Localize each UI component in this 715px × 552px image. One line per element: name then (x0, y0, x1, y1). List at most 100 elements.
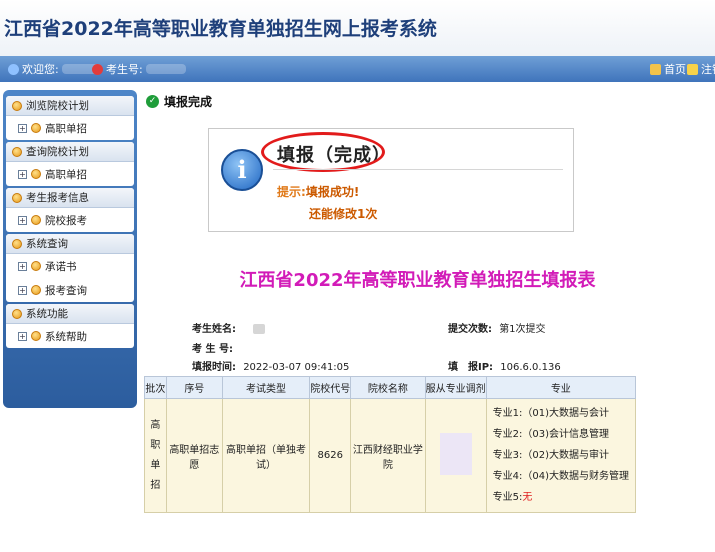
page-heading-text: 填报完成 (164, 95, 213, 109)
sidebar-item-label: 高职单招 (45, 122, 87, 135)
sidebar: 浏览院校计划 + 高职单招 查询院校计划 + 高职单招 考生报考信息 + 院校报考 系… (3, 90, 137, 408)
coin-icon (31, 215, 41, 225)
home-label: 首页 (664, 63, 686, 76)
sidebar-group-title: 浏览院校计划 (26, 100, 89, 112)
message-hint: 提示:填报成功! (277, 183, 359, 200)
time-value: 2022-03-07 09:41:05 (243, 362, 350, 373)
sidebar-item-label: 系统帮助 (45, 330, 87, 343)
expand-icon[interactable]: + (18, 169, 27, 179)
submit-count-label: 提交次数: (448, 324, 492, 335)
title-bar: 江西省2022年高等职业教育单独招生网上报考系统 (0, 0, 715, 56)
coin-icon (31, 123, 41, 133)
adjust-cell (424, 398, 487, 513)
column-header: 批次 (144, 376, 167, 399)
sidebar-item-system-help[interactable]: + 系统帮助 (6, 324, 134, 348)
top-nav-bar: 欢迎您: 考生号: 首页 注销 (0, 56, 715, 82)
sidebar-item-label: 院校报考 (45, 214, 87, 227)
sidebar-group-title: 查询院校计划 (26, 146, 89, 158)
column-header: 专业 (485, 376, 637, 399)
divider (273, 169, 563, 170)
coin-icon (12, 146, 22, 157)
page-heading: ✓ 填报完成 (146, 93, 212, 110)
column-header: 院校代号 (309, 376, 352, 399)
sidebar-group-query-plan: 查询院校计划 + 高职单招 (6, 142, 134, 186)
sidebar-group-browse-plan: 浏览院校计划 + 高职单招 (6, 96, 134, 140)
ip-label: 填 报IP: (448, 362, 494, 373)
column-header: 序号 (165, 376, 223, 399)
name-label: 考生姓名: (192, 324, 236, 335)
major-item: 专业2:（03)会计信息管理 (492, 429, 609, 440)
result-message-box: i 填报（完成） 提示:填报成功! 还能修改1次 (208, 128, 574, 232)
sidebar-item-browse-gaozhi[interactable]: + 高职单招 (6, 116, 134, 140)
sidebar-item-school-application[interactable]: + 院校报考 (6, 208, 134, 232)
coin-icon (12, 100, 22, 111)
exam-number-label: 考生号: (106, 63, 143, 76)
batch-value: 高职单招 (150, 419, 161, 491)
sidebar-group-title: 考生报考信息 (26, 192, 89, 204)
sidebar-group-header[interactable]: 考生报考信息 (6, 188, 134, 208)
logout-label: 注销 (701, 63, 715, 76)
submit-count-value: 第1次提交 (499, 324, 546, 335)
sidebar-group-system-functions: 系统功能 + 系统帮助 (6, 304, 134, 348)
sidebar-group-header[interactable]: 系统查询 (6, 234, 134, 254)
major-item: 专业1:（01)大数据与会计 (492, 408, 609, 419)
coin-icon (12, 308, 22, 319)
sidebar-item-query-gaozhi[interactable]: + 高职单招 (6, 162, 134, 186)
submit-count-row: 提交次数: 第1次提交 (448, 320, 546, 335)
user-icon (8, 63, 19, 75)
message-hint-remaining: 还能修改1次 (309, 207, 378, 221)
column-header: 服从专业调剂 (424, 376, 487, 399)
application-table: 批次 序号 考试类型 院校代号 院校名称 服从专业调剂 专业 高职单招 高职单招… (144, 376, 637, 513)
sidebar-group-title: 系统功能 (26, 308, 68, 320)
candidate-exam-no-row: 考 生 号: (192, 340, 233, 355)
sidebar-group-application-info: 考生报考信息 + 院校报考 (6, 188, 134, 232)
coin-icon (12, 192, 22, 203)
seq-cell: 高职单招志愿 (165, 398, 223, 513)
column-header: 考试类型 (221, 376, 311, 399)
candidate-name-row: 考生姓名: (192, 320, 266, 335)
coin-icon (31, 169, 41, 179)
coin-icon (12, 238, 22, 249)
hint-label: 提示: (277, 185, 306, 199)
expand-icon[interactable]: + (18, 123, 27, 133)
adjust-value-blank (439, 433, 472, 475)
check-icon: ✓ (146, 95, 159, 108)
expand-icon[interactable]: + (18, 331, 27, 341)
school-name-cell: 江西财经职业学院 (350, 398, 426, 513)
highlight-circle (261, 132, 385, 172)
logout-icon (687, 63, 698, 75)
major-item: 专业5:无 (493, 487, 629, 508)
major-item: 专业4:（04)大数据与财务管理 (492, 471, 629, 482)
sidebar-item-label: 高职单招 (45, 168, 87, 181)
info-icon: i (221, 149, 263, 191)
submit-time-row: 填报时间: 2022-03-07 09:41:05 (192, 358, 349, 373)
sidebar-group-title: 系统查询 (26, 238, 68, 250)
school-code-cell: 8626 (309, 398, 352, 513)
majors-cell: 专业1:（01)大数据与会计 专业2:（03)会计信息管理 专业3:（02)大数… (485, 398, 637, 513)
sidebar-group-header[interactable]: 系统功能 (6, 304, 134, 324)
expand-icon[interactable]: + (18, 215, 27, 225)
name-value-redacted (253, 324, 266, 334)
exam-no-label: 考 生 号: (192, 344, 233, 355)
logout-link[interactable]: 注销 (687, 61, 715, 77)
system-title: 江西省2022年高等职业教育单独招生网上报考系统 (4, 18, 437, 40)
major5-label: 专业5: (492, 492, 523, 503)
sidebar-group-header[interactable]: 浏览院校计划 (6, 96, 134, 116)
submit-ip-row: 填 报IP: 106.6.0.136 (448, 358, 561, 373)
id-icon (92, 63, 103, 75)
home-icon (650, 63, 661, 75)
major-item: 专业3:（02)大数据与审计 (492, 450, 609, 461)
exam-type-cell: 高职单招（单独考试） (221, 398, 311, 513)
batch-cell: 高职单招 (144, 398, 167, 513)
home-link[interactable]: 首页 (650, 61, 686, 77)
form-title: 江西省2022年高等职业教育单独招生填报表 (239, 270, 596, 291)
welcome-label: 欢迎您: (22, 63, 59, 76)
coin-icon (31, 331, 41, 341)
ip-value: 106.6.0.136 (500, 362, 561, 373)
exam-number-redacted (145, 64, 186, 74)
exam-number-area: 考生号: (92, 61, 186, 77)
sidebar-group-header[interactable]: 查询院校计划 (6, 142, 134, 162)
column-header: 院校名称 (350, 376, 426, 399)
table-header-row: 批次 序号 考试类型 院校代号 院校名称 服从专业调剂 专业 (144, 376, 637, 399)
table-row: 高职单招 高职单招志愿 高职单招（单独考试） 8626 江西财经职业学院 专业1… (144, 398, 637, 513)
